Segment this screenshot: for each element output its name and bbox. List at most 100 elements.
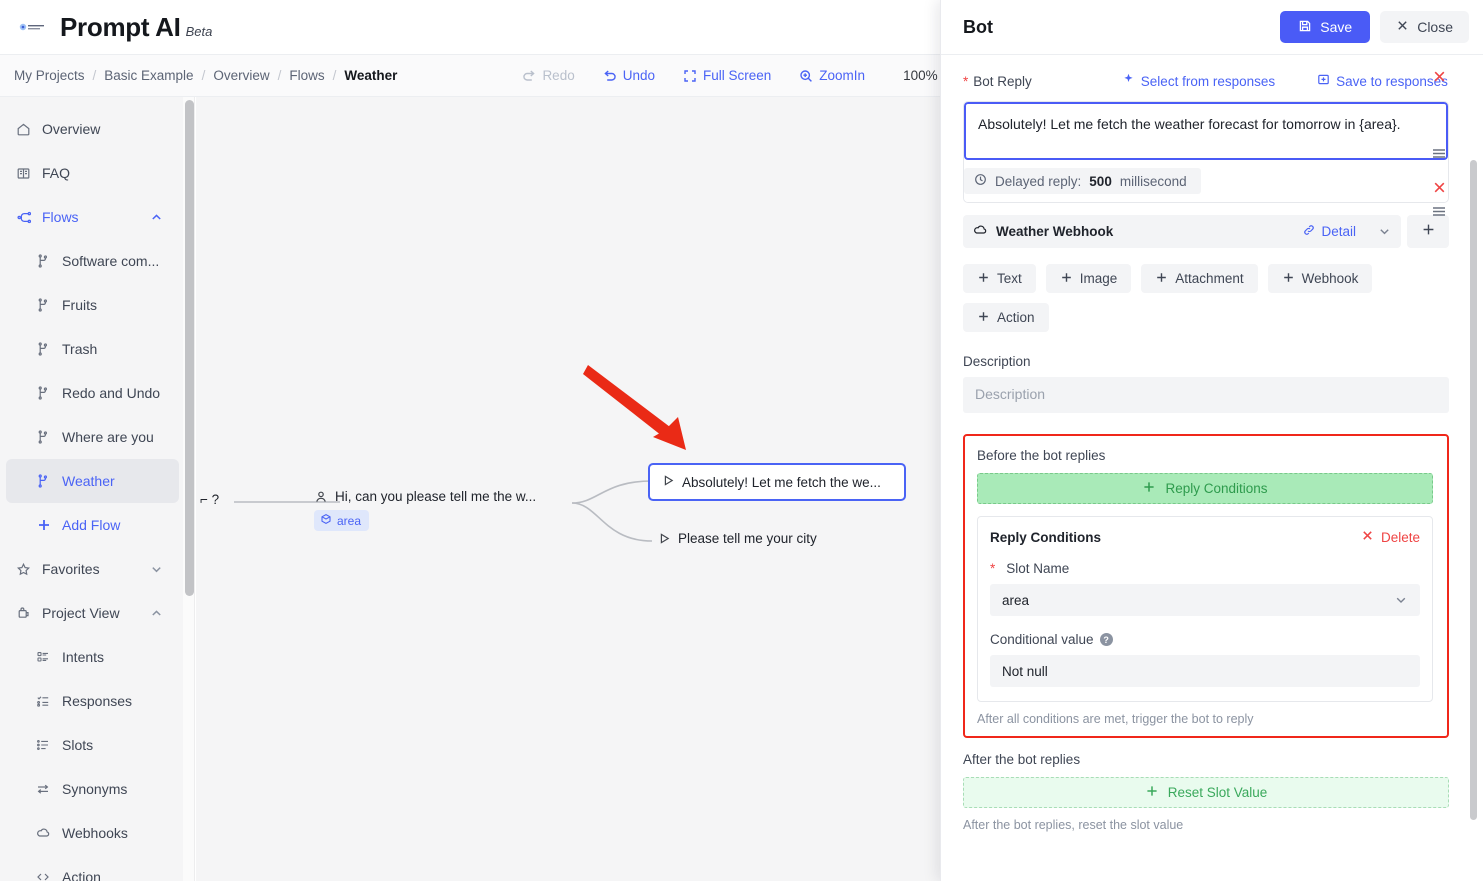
star-icon bbox=[16, 562, 38, 577]
add-attachment-button[interactable]: Attachment bbox=[1141, 264, 1258, 293]
description-input[interactable] bbox=[963, 377, 1449, 413]
bot-reply-icon bbox=[662, 474, 675, 490]
sidebar-item-overview[interactable]: Overview bbox=[0, 107, 185, 151]
canvas-toolbar: Redo Undo Full Screen ZoomIn 100% bbox=[522, 68, 938, 83]
sidebar-item-label: Intents bbox=[62, 649, 105, 665]
undo-button[interactable]: Undo bbox=[603, 68, 655, 83]
sidebar-item-flows[interactable]: Flows bbox=[0, 195, 185, 239]
sidebar-item-slots[interactable]: Slots bbox=[0, 723, 185, 767]
save-to-responses-button[interactable]: Save to responses bbox=[1317, 73, 1448, 89]
bot-reply-header: * Bot Reply Select from responses Save t… bbox=[963, 73, 1449, 89]
panel-scrollbar-thumb[interactable] bbox=[1470, 160, 1477, 820]
plus-icon bbox=[1060, 271, 1073, 287]
sidebar-item-responses[interactable]: Responses bbox=[0, 679, 185, 723]
fullscreen-button[interactable]: Full Screen bbox=[683, 68, 771, 83]
app-header: Prompt AI Beta bbox=[0, 0, 943, 55]
bot-node-text: Absolutely! Let me fetch the we... bbox=[682, 474, 881, 490]
delayed-reply-pill[interactable]: Delayed reply: 500 millisecond bbox=[964, 168, 1201, 194]
sidebar-item-action[interactable]: Action bbox=[0, 855, 185, 881]
canvas-slot-chip[interactable]: area bbox=[314, 510, 370, 531]
flow-canvas[interactable]: ⌐ ? Hi, can you please tell me the w... bbox=[196, 97, 943, 881]
sidebar-scrollbar-thumb[interactable] bbox=[185, 100, 194, 596]
link-icon bbox=[1303, 224, 1315, 239]
sidebar-item-label: FAQ bbox=[42, 165, 71, 181]
canvas-cutoff-node[interactable]: ⌐ ? bbox=[200, 492, 219, 507]
drag-bot-reply-handle[interactable] bbox=[1431, 147, 1447, 160]
chevron-up-icon[interactable] bbox=[150, 211, 163, 224]
close-button[interactable]: Close bbox=[1380, 11, 1469, 43]
sidebar-item-label: Webhooks bbox=[62, 825, 128, 841]
plus-icon bbox=[1282, 271, 1295, 287]
canvas-bot-node[interactable]: Please tell me your city bbox=[658, 531, 817, 546]
bot-node-text: Please tell me your city bbox=[678, 531, 817, 546]
add-text-button[interactable]: Text bbox=[963, 264, 1036, 293]
sidebar-item-favorites[interactable]: Favorites bbox=[0, 547, 185, 591]
delete-webhook-button[interactable] bbox=[1432, 180, 1447, 195]
redo-button[interactable]: Redo bbox=[522, 68, 575, 83]
drag-webhook-handle[interactable] bbox=[1431, 205, 1447, 218]
prompt-ai-logo-icon bbox=[18, 17, 48, 37]
webhook-row: Weather Webhook Detail bbox=[963, 215, 1449, 248]
canvas-bot-node-selected[interactable]: Absolutely! Let me fetch the we... bbox=[648, 463, 906, 501]
sidebar-item-intents[interactable]: Intents bbox=[0, 635, 185, 679]
zoom-in-label: ZoomIn bbox=[819, 68, 866, 83]
breadcrumb-item-my-projects[interactable]: My Projects bbox=[14, 68, 85, 83]
delete-condition-button[interactable]: Delete bbox=[1361, 529, 1420, 545]
breadcrumb-item-flows[interactable]: Flows bbox=[289, 68, 324, 83]
home-icon bbox=[16, 122, 38, 137]
sidebar-item-project-view[interactable]: Project View bbox=[0, 591, 185, 635]
panel-body[interactable]: * Bot Reply Select from responses Save t… bbox=[941, 55, 1483, 881]
sidebar-item-redo-and-undo[interactable]: Redo and Undo bbox=[0, 371, 185, 415]
before-bot-replies-section: Before the bot replies Reply Conditions … bbox=[963, 434, 1449, 738]
webhook-detail-link[interactable]: Detail bbox=[1303, 224, 1356, 239]
branch-icon bbox=[36, 474, 58, 488]
required-asterisk: * bbox=[963, 73, 969, 89]
add-action-button[interactable]: Action bbox=[963, 303, 1049, 332]
breadcrumb-item-weather[interactable]: Weather bbox=[344, 68, 397, 83]
delete-bot-reply-button[interactable] bbox=[1432, 69, 1447, 84]
sidebar-item-trash[interactable]: Trash bbox=[0, 327, 185, 371]
red-arrow-annotation bbox=[583, 365, 686, 450]
add-flow-button[interactable]: Add Flow bbox=[0, 503, 185, 547]
sidebar-item-software-com[interactable]: Software com... bbox=[0, 239, 185, 283]
project-icon bbox=[16, 606, 38, 621]
reset-slot-value-button[interactable]: Reset Slot Value bbox=[963, 777, 1449, 808]
canvas-user-node[interactable]: Hi, can you please tell me the w... area bbox=[314, 489, 536, 531]
chevron-up-icon[interactable] bbox=[150, 607, 163, 620]
sidebar-item-where-are-you[interactable]: Where are you bbox=[0, 415, 185, 459]
plus-icon bbox=[1421, 222, 1436, 242]
branch-icon bbox=[36, 254, 58, 268]
sidebar-item-faq[interactable]: FAQ bbox=[0, 151, 185, 195]
slot-name-select[interactable]: area bbox=[990, 584, 1420, 616]
bot-reply-label-text: Bot Reply bbox=[973, 73, 1032, 89]
add-reply-conditions-button[interactable]: Reply Conditions bbox=[977, 473, 1433, 504]
panel-title: Bot bbox=[963, 16, 993, 37]
breadcrumb-item-basic-example[interactable]: Basic Example bbox=[104, 68, 193, 83]
add-image-button[interactable]: Image bbox=[1045, 264, 1132, 293]
zoom-level-value: 100% bbox=[903, 68, 938, 83]
sidebar-item-fruits[interactable]: Fruits bbox=[0, 283, 185, 327]
add-webhook-button[interactable]: Webhook bbox=[1267, 264, 1373, 293]
bot-detail-panel: Bot Save Close * Bot Reply Select from r… bbox=[940, 0, 1483, 881]
sparkle-icon bbox=[1122, 73, 1135, 89]
breadcrumb-item-overview[interactable]: Overview bbox=[213, 68, 269, 83]
chevron-down-icon[interactable] bbox=[1378, 225, 1391, 238]
zoom-in-button[interactable]: ZoomIn bbox=[799, 68, 865, 83]
chevron-down-icon[interactable] bbox=[150, 563, 163, 576]
reply-condition-header: Reply Conditions Delete bbox=[990, 529, 1420, 545]
reply-condition-card: Reply Conditions Delete * Slot Name area… bbox=[977, 516, 1433, 702]
conditional-value-select[interactable]: Not null bbox=[990, 655, 1420, 687]
plus-icon bbox=[1142, 480, 1156, 497]
save-button[interactable]: Save bbox=[1280, 11, 1371, 43]
bot-reply-textarea[interactable] bbox=[964, 102, 1448, 160]
sidebar-item-webhooks[interactable]: Webhooks bbox=[0, 811, 185, 855]
delayed-reply-value[interactable]: 500 bbox=[1089, 174, 1112, 189]
undo-label: Undo bbox=[622, 68, 655, 83]
help-icon[interactable]: ? bbox=[1099, 633, 1113, 646]
webhook-item[interactable]: Weather Webhook Detail bbox=[963, 215, 1401, 248]
sidebar-item-label: Flows bbox=[42, 209, 79, 225]
sidebar-item-synonyms[interactable]: Synonyms bbox=[0, 767, 185, 811]
sidebar-item-weather[interactable]: Weather bbox=[6, 459, 179, 503]
webhook-add-button[interactable] bbox=[1407, 215, 1449, 248]
select-from-responses-button[interactable]: Select from responses bbox=[1122, 73, 1275, 89]
